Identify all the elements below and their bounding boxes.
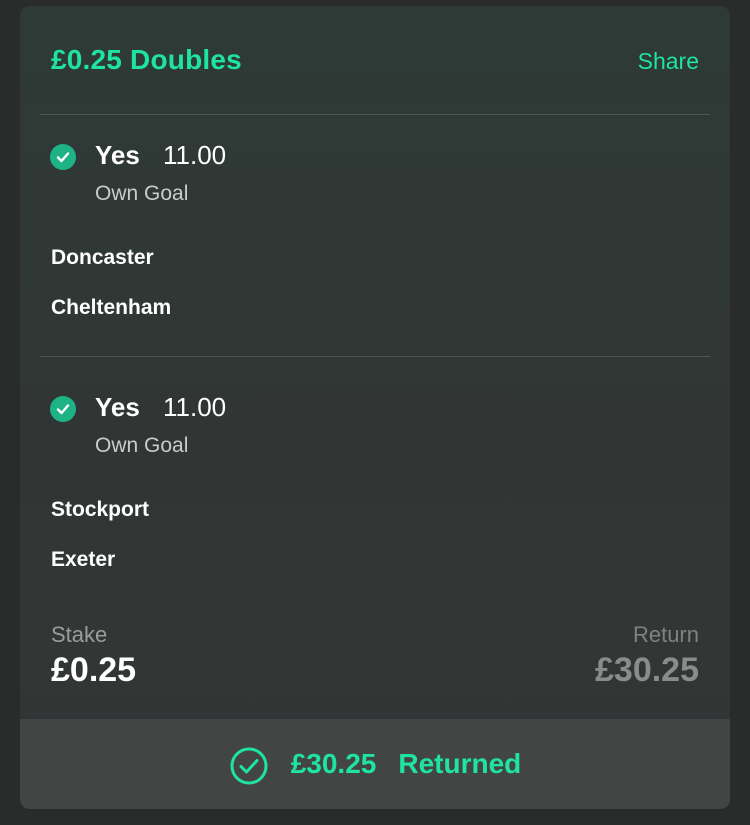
team-away: Exeter (51, 548, 116, 571)
bet-title: £0.25 Doubles (51, 44, 242, 75)
return-label: Return (632, 622, 699, 647)
selection-market: Own Goal (95, 182, 189, 205)
team-home: Doncaster (51, 246, 154, 269)
selection-odds: 11.00 (163, 140, 227, 170)
divider (40, 114, 710, 115)
bet-card: £0.25 Doubles Share Yes 11.00 Own Goal D… (20, 6, 730, 809)
bet-header: £0.25 Doubles Share (20, 6, 730, 116)
team-away: Cheltenham (51, 296, 172, 319)
divider (40, 356, 710, 357)
stake-value: £0.25 (51, 651, 137, 689)
selection-name: Yes (95, 392, 140, 422)
stake-label: Stake (51, 622, 108, 647)
returned-status: Returned (398, 748, 522, 779)
selection-leg-2: Yes 11.00 Own Goal Stockport Exeter (20, 392, 730, 596)
selection-leg-1: Yes 11.00 Own Goal Doncaster Cheltenham (20, 140, 730, 344)
check-circle-outline-icon (229, 746, 269, 786)
returned-amount: £30.25 (290, 748, 377, 779)
selection-market: Own Goal (95, 434, 189, 457)
check-circle-icon (50, 396, 76, 422)
selection-name: Yes (95, 140, 140, 170)
returned-banner: £30.25 Returned (20, 719, 730, 809)
selection-odds: 11.00 (163, 392, 227, 422)
share-button[interactable]: Share (638, 48, 699, 75)
check-circle-icon (50, 144, 76, 170)
team-home: Stockport (51, 498, 150, 521)
return-value: £30.25 (595, 651, 699, 689)
